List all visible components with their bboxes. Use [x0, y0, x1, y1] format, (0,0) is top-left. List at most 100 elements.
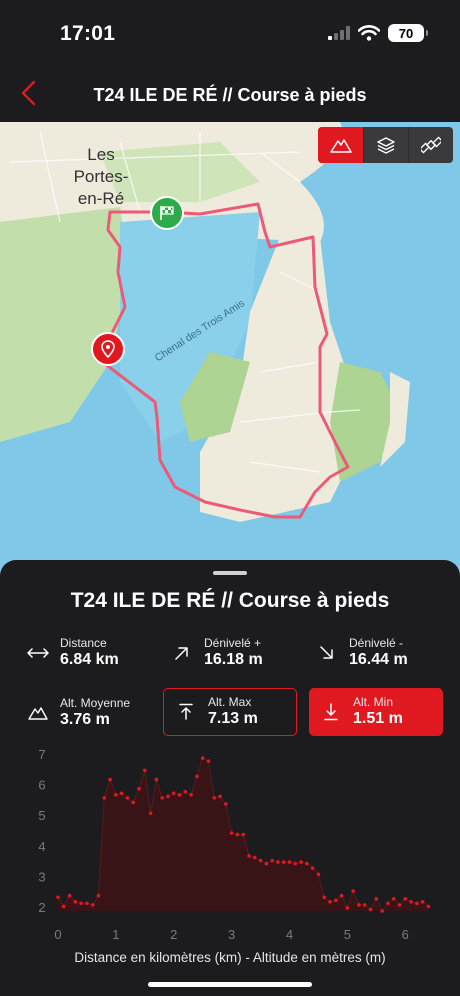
chart-point: [409, 900, 413, 904]
arrow-up-bar-icon: [179, 703, 193, 720]
start-marker[interactable]: [150, 196, 184, 230]
arrow-up-right-icon: [175, 647, 188, 660]
stat-loss-label: Dénivelé -: [349, 636, 404, 650]
chart-y-tick-label: 6: [38, 778, 45, 793]
horizontal-arrows-icon: [27, 648, 49, 658]
chart-point: [229, 831, 234, 835]
chart-point: [374, 896, 379, 901]
chart-point: [56, 895, 60, 900]
stat-min-label: Alt. Min: [353, 695, 394, 709]
chart-point: [79, 901, 83, 906]
chart-point: [281, 860, 286, 864]
mountain-icon: [329, 139, 352, 153]
chart-x-tick-label: 1: [112, 927, 119, 942]
battery-indicator: 70: [388, 24, 428, 42]
chart-y-tick-label: 3: [38, 869, 45, 884]
status-indicators: 70: [328, 24, 428, 42]
chart-point: [125, 796, 130, 800]
chart-x-tick-label: 2: [170, 927, 177, 942]
chart-point: [235, 832, 240, 837]
status-time: 17:01: [60, 22, 116, 45]
cellular-signal-icon: [328, 26, 350, 40]
chart-point: [177, 793, 182, 797]
stat-max-label: Alt. Max: [208, 695, 252, 709]
stat-gain-label: Dénivelé +: [204, 636, 262, 650]
chart-point: [270, 858, 274, 863]
chart-point: [258, 858, 263, 863]
chart-point: [386, 901, 390, 906]
home-indicator[interactable]: [148, 982, 312, 987]
satellite-mode-button[interactable]: [408, 127, 453, 163]
stat-distance-value: 6.84 km: [60, 651, 119, 668]
stat-distance-label: Distance: [60, 636, 107, 650]
layers-mode-button[interactable]: [363, 127, 408, 163]
terrain-mode-button[interactable]: [318, 127, 363, 163]
checkered-flag-icon: [160, 206, 174, 220]
chart-point: [200, 756, 205, 760]
chart-point: [166, 794, 170, 799]
chart-point: [85, 901, 89, 906]
sheet-title: T24 ILE DE RÉ // Course à pieds: [70, 589, 390, 612]
nav-header: T24 ILE DE RÉ // Course à pieds: [0, 62, 460, 122]
chart-x-tick-label: 6: [402, 927, 409, 942]
route-map[interactable]: Les Portes- en-Ré Chenal des Trois Amis: [0, 122, 460, 582]
chart-point: [293, 861, 298, 866]
chart-point: [299, 860, 303, 864]
stat-avg-altitude: Alt. Moyenne 3.76 m: [24, 696, 130, 730]
chart-point: [305, 861, 309, 866]
chart-point: [357, 903, 361, 907]
sheet-grabber[interactable]: [213, 571, 247, 575]
chart-x-tick-label: 4: [286, 927, 293, 942]
chart-point: [345, 906, 350, 910]
chart-x-tick-label: 3: [228, 927, 235, 942]
chart-point: [351, 889, 355, 893]
chart-point: [61, 904, 66, 909]
layers-icon: [377, 137, 395, 154]
chart-point: [241, 832, 246, 837]
chart-point: [310, 866, 315, 870]
chart-point: [415, 901, 419, 906]
stat-gain-value: 16.18 m: [204, 651, 263, 668]
page-title: T24 ILE DE RÉ // Course à pieds: [93, 85, 367, 105]
stat-min-altitude-toggle[interactable]: Alt. Min 1.51 m: [309, 688, 443, 736]
chart-point: [96, 893, 101, 898]
stat-avg-value: 3.76 m: [60, 711, 110, 728]
chart-point: [420, 900, 425, 904]
chart-point: [328, 900, 332, 904]
stat-avg-label: Alt. Moyenne: [60, 696, 131, 710]
map-mode-controls: [318, 127, 453, 163]
chart-point: [276, 860, 280, 864]
chart-point: [189, 793, 193, 797]
chart-point: [206, 759, 211, 763]
arrow-down-right-icon: [320, 646, 333, 659]
chart-point: [247, 854, 251, 858]
end-marker[interactable]: [91, 332, 125, 366]
stat-max-value: 7.13 m: [208, 710, 258, 727]
stat-max-altitude-toggle[interactable]: Alt. Max 7.13 m: [163, 688, 297, 736]
chart-point: [252, 855, 257, 860]
chart-point: [368, 907, 373, 912]
chart-x-axis-label: Distance en kilomètres (km) - Altitude e…: [74, 950, 386, 965]
chart-y-tick-label: 5: [38, 808, 45, 823]
chart-y-tick-label: 7: [38, 747, 45, 762]
arrow-down-bar-icon: [324, 703, 338, 721]
chart-point: [380, 909, 384, 913]
location-pin-icon: [101, 340, 115, 358]
chart-point: [426, 904, 431, 909]
chart-point: [160, 796, 164, 800]
chart-point: [108, 777, 112, 782]
stat-gain: Dénivelé + 16.18 m: [168, 636, 263, 670]
elevation-chart[interactable]: 2 3 4 5 6 7 0 1 2 3 4 5 6: [0, 744, 460, 974]
chart-point: [403, 896, 408, 901]
chart-point: [397, 903, 402, 907]
chart-point: [154, 777, 159, 782]
stat-loss-value: 16.44 m: [349, 651, 408, 668]
chart-point: [316, 872, 321, 877]
chart-y-tick-label: 4: [38, 839, 45, 854]
stat-loss: Dénivelé - 16.44 m: [313, 636, 408, 670]
chart-point: [264, 861, 269, 866]
chart-point: [218, 794, 222, 799]
chart-x-tick-label: 5: [344, 927, 351, 942]
stat-min-value: 1.51 m: [353, 710, 403, 727]
map-town-label: Les Portes- en-Ré: [73, 145, 129, 208]
